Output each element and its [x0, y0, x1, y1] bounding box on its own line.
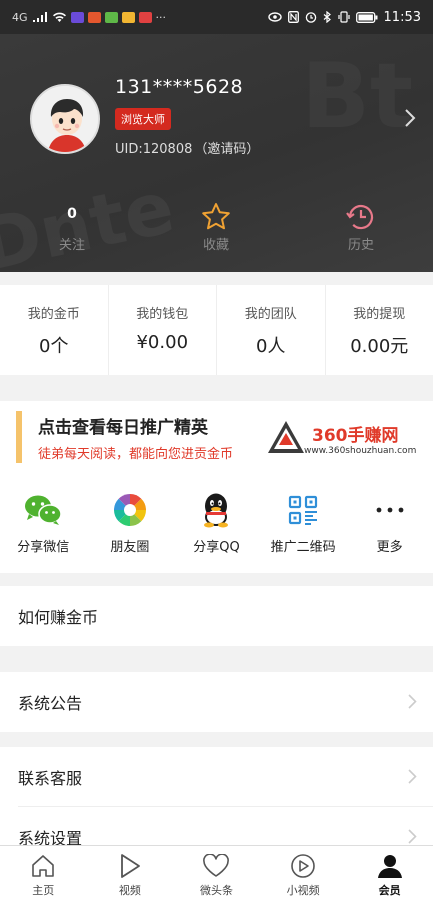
share-more-button[interactable]: 更多 — [346, 490, 433, 562]
qq-icon — [204, 493, 229, 528]
share-moments-label: 朋友圈 — [110, 540, 150, 555]
menu-customer-service[interactable]: 联系客服 — [0, 747, 433, 807]
share-qrcode-button[interactable]: 推广二维码 — [260, 490, 347, 562]
promo-subtitle: 徒弟每天阅读，都能向您进贡金币 — [38, 447, 234, 462]
app-notification-icon — [70, 11, 84, 23]
menu-customer-service-label: 联系客服 — [18, 769, 83, 788]
nfc-icon — [287, 11, 299, 23]
follow-stat[interactable]: 0 关注 — [22, 202, 122, 253]
uid-line[interactable]: UID:120808 （邀请码） — [115, 138, 259, 157]
bottom-tab-bar: 主页 视频 微头条 小视频 会员 — [0, 845, 433, 900]
wallet-balance-value: ¥0.00 — [136, 332, 189, 353]
share-moments-button[interactable]: 朋友圈 — [87, 490, 174, 562]
wallet-withdraw[interactable]: 我的提现 0.00元 — [326, 285, 433, 375]
level-badge: 浏览大师 — [115, 108, 171, 130]
phone-number: 131****5628 — [115, 76, 244, 98]
avatar[interactable] — [30, 84, 100, 154]
tab-video-label: 视频 — [118, 884, 141, 897]
moments-icon — [113, 494, 146, 526]
qrcode-icon — [288, 495, 318, 525]
wallet-balance-label: 我的钱包 — [136, 307, 189, 322]
wallet-team[interactable]: 我的团队 0人 — [217, 285, 326, 375]
wallet-coins[interactable]: 我的金币 0个 — [0, 285, 109, 375]
wallet-coins-value: 0个 — [39, 336, 69, 357]
uid-label: UID:120808 — [115, 142, 193, 157]
promo-title: 点击查看每日推广精英 — [38, 418, 208, 438]
small-video-icon — [291, 854, 315, 878]
logo-360: 360手赚网 www.360shouzhuan.com — [266, 419, 416, 469]
wallet-withdraw-label: 我的提现 — [353, 307, 406, 322]
status-bar: 4G ··· 11:53 — [0, 0, 433, 34]
app-notification-icon — [87, 11, 101, 23]
tab-small-video-label: 小视频 — [286, 884, 320, 897]
app-notification-icon — [104, 11, 118, 23]
menu-how-to-earn-label: 如何赚金币 — [18, 608, 99, 627]
alarm-icon — [305, 12, 316, 23]
wallet-withdraw-value: 0.00元 — [350, 336, 409, 357]
member-icon — [377, 855, 402, 878]
share-wechat-label: 分享微信 — [17, 540, 70, 555]
logo-url: www.360shouzhuan.com — [304, 446, 417, 456]
wallet-team-label: 我的团队 — [244, 307, 297, 322]
history-label: 历史 — [347, 238, 374, 253]
eye-icon — [267, 12, 282, 22]
promo-section: 点击查看每日推广精英 徒弟每天阅读，都能向您进贡金币 360手赚网 www.36… — [0, 401, 433, 573]
more-icon — [376, 507, 404, 513]
tab-home[interactable]: 主页 — [0, 846, 87, 900]
promo-accent-bar — [16, 411, 22, 463]
tab-home-label: 主页 — [32, 884, 55, 897]
battery-icon — [355, 11, 378, 23]
tab-member[interactable]: 会员 — [346, 846, 433, 900]
share-qq-label: 分享QQ — [193, 540, 240, 555]
play-icon — [120, 854, 140, 878]
share-qrcode-label: 推广二维码 — [270, 540, 336, 555]
home-icon — [32, 855, 55, 877]
menu-how-to-earn[interactable]: 如何赚金币 — [0, 586, 433, 646]
favorites-stat[interactable]: 收藏 — [166, 202, 266, 253]
profile-header: Dnte Bt 131****5628 浏览大师 UID:120808（邀请码）… — [0, 34, 433, 272]
tab-video[interactable]: 视频 — [87, 846, 174, 900]
history-stat[interactable]: 历史 — [311, 202, 411, 253]
share-qq-button[interactable]: 分享QQ — [173, 490, 260, 562]
wallet-summary: 我的金币 0个 我的钱包 ¥0.00 我的团队 0人 我的提现 0.00元 — [0, 285, 433, 375]
triangle-logo-icon — [268, 421, 304, 453]
wechat-icon — [25, 495, 63, 525]
share-wechat-button[interactable]: 分享微信 — [0, 490, 87, 562]
cartoon-avatar-icon — [32, 86, 98, 152]
vibrate-icon — [337, 11, 350, 23]
status-time: 11:53 — [383, 9, 421, 25]
tab-member-label: 会员 — [378, 884, 401, 897]
share-row: 分享微信 朋友圈 分享QQ 推广二维码 更多 — [0, 490, 433, 562]
background-watermark: Bt — [301, 44, 413, 149]
menu-announcements-label: 系统公告 — [18, 694, 83, 713]
menu-announcements[interactable]: 系统公告 — [0, 672, 433, 732]
wallet-coins-label: 我的金币 — [27, 307, 80, 322]
favorites-label: 收藏 — [202, 238, 229, 253]
signal-icon — [32, 12, 47, 22]
app-notification-icon — [138, 11, 152, 23]
follow-count: 0 — [67, 206, 77, 222]
profile-chevron-right-icon[interactable] — [403, 108, 417, 128]
chevron-right-icon — [408, 694, 417, 709]
tab-small-video[interactable]: 小视频 — [260, 846, 347, 900]
heart-icon — [203, 854, 230, 877]
tab-micro-headlines-label: 微头条 — [199, 884, 233, 897]
logo-text: 360手赚网 — [312, 426, 399, 446]
app-notification-icon — [121, 11, 135, 23]
invite-code-label: （邀请码） — [194, 142, 260, 157]
star-outline-icon — [202, 203, 230, 230]
chevron-right-icon — [408, 769, 417, 784]
more-notifications: ··· — [155, 10, 167, 24]
bluetooth-icon — [323, 11, 331, 23]
network-type: 4G — [12, 10, 28, 24]
clock-history-icon — [346, 204, 374, 230]
share-more-label: 更多 — [376, 540, 403, 555]
wallet-team-value: 0人 — [256, 336, 286, 357]
follow-label: 关注 — [58, 238, 85, 253]
wifi-icon — [52, 12, 66, 22]
tab-micro-headlines[interactable]: 微头条 — [173, 846, 260, 900]
wallet-balance[interactable]: 我的钱包 ¥0.00 — [109, 285, 217, 375]
chevron-right-icon — [408, 829, 417, 844]
